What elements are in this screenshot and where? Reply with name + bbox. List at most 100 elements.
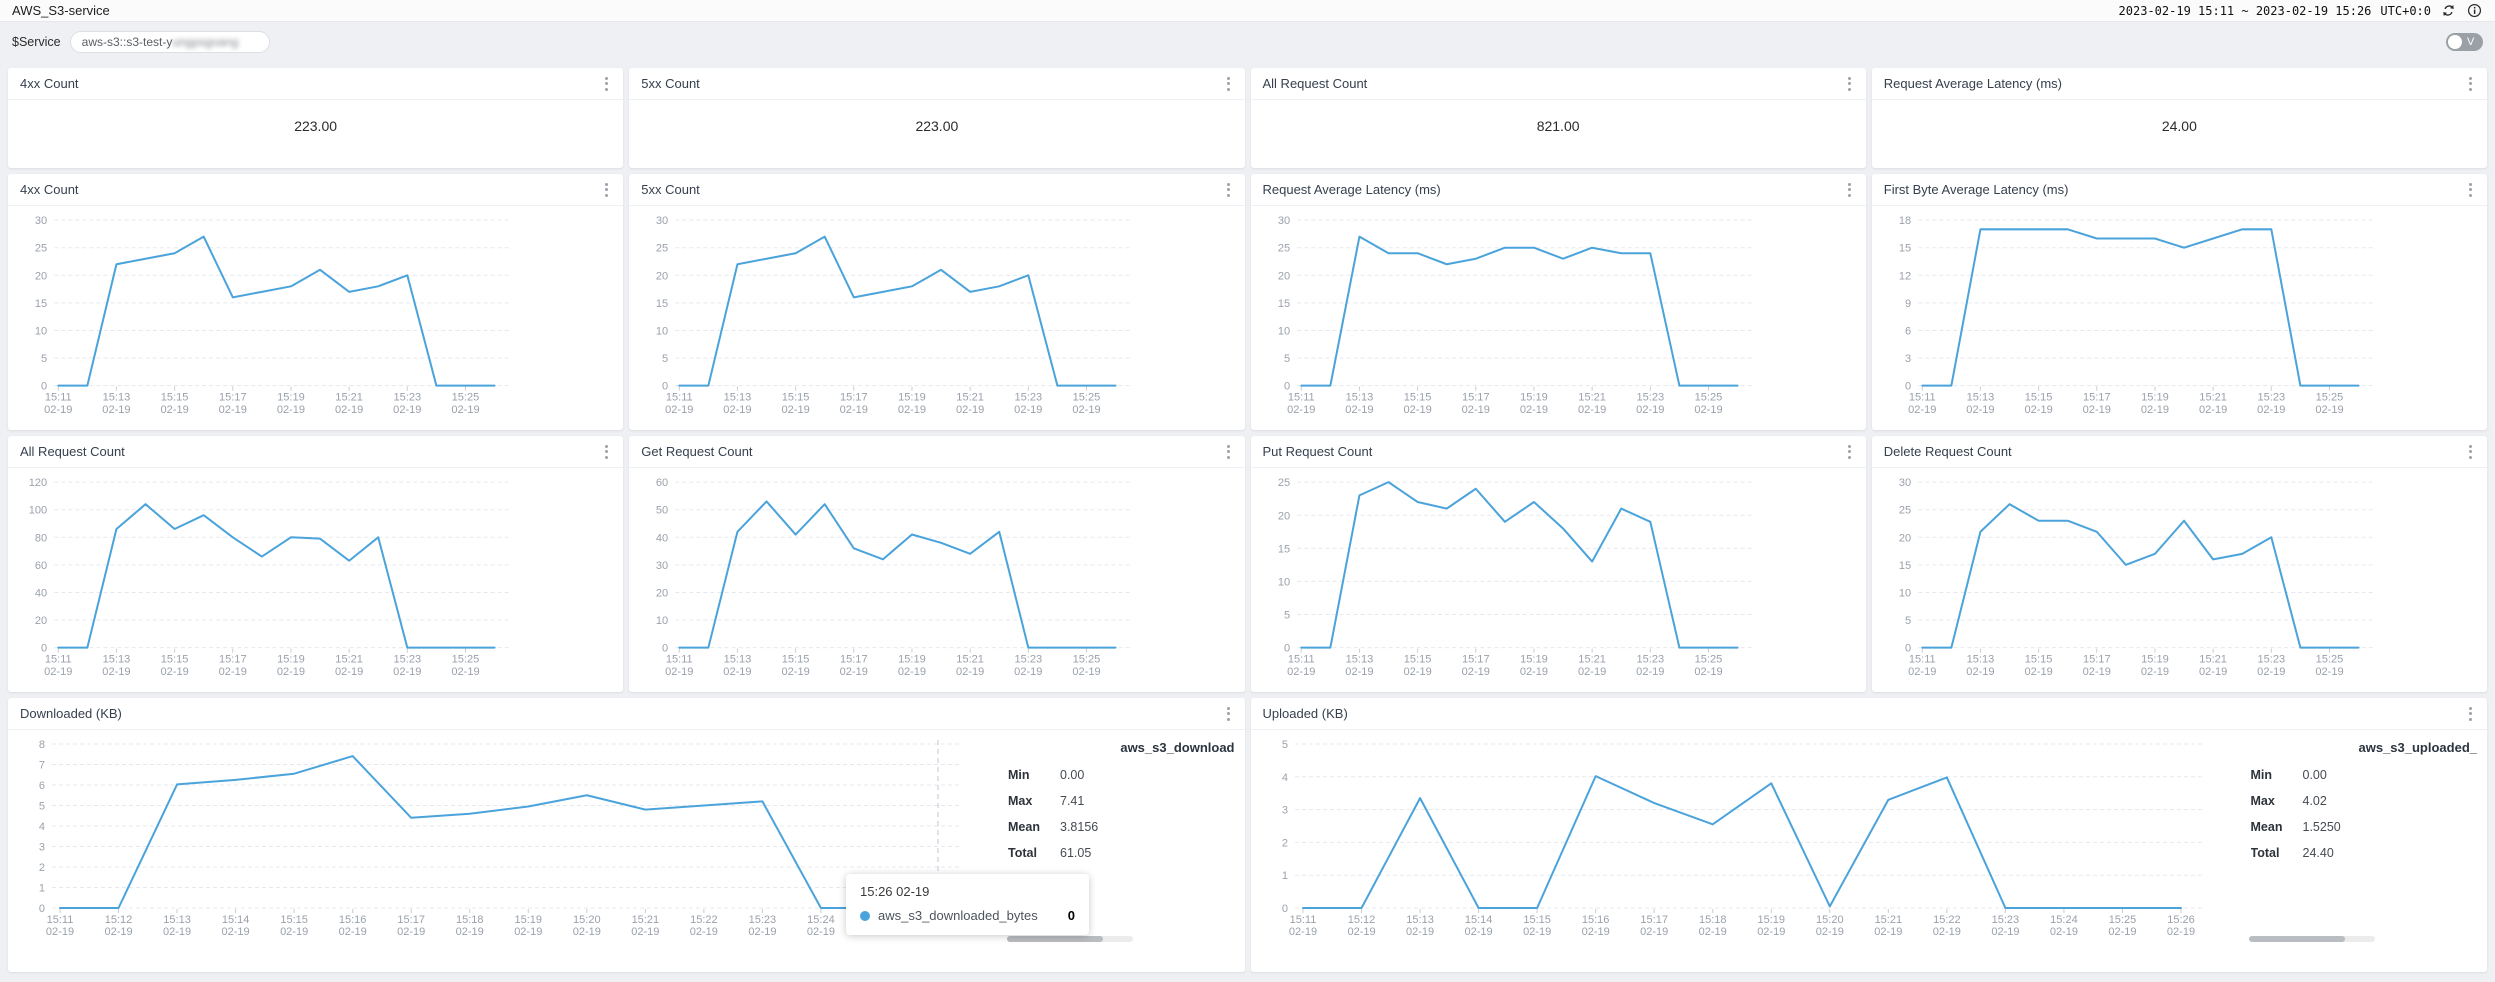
kebab-menu-icon <box>1227 77 1230 80</box>
panel-menu-button[interactable] <box>1845 441 1854 463</box>
chart-area[interactable]: 036912151815:1102-1915:1302-1915:1502-19… <box>1872 206 2487 430</box>
x-axis-label: 15:25 <box>1694 654 1722 666</box>
stat-value: 223.00 <box>8 100 623 168</box>
chart-area[interactable]: 01234515:1102-1915:1202-1915:1302-1915:1… <box>1251 730 2251 968</box>
panel-menu-button[interactable] <box>2466 179 2475 201</box>
line-chart[interactable]: 01234567815:1102-1915:1202-1915:1302-191… <box>8 730 1008 968</box>
x-axis-date-label: 02-19 <box>102 404 130 416</box>
series-stat-row: Mean1.5250 <box>2251 820 2478 834</box>
y-axis-label: 10 <box>1277 576 1289 588</box>
y-axis-label: 3 <box>1281 805 1287 817</box>
y-axis-label: 10 <box>656 325 668 337</box>
x-axis-label: 15:13 <box>1345 392 1373 404</box>
panel-menu-button[interactable] <box>1224 441 1233 463</box>
kebab-menu-icon <box>605 183 608 186</box>
series-stat-value: 0.00 <box>1060 768 1084 782</box>
x-axis-date-label: 02-19 <box>46 926 74 938</box>
line-chart[interactable]: 01234515:1102-1915:1202-1915:1302-1915:1… <box>1251 730 2251 968</box>
x-axis-label: 15:11 <box>1287 392 1314 404</box>
x-axis-date-label: 02-19 <box>840 404 868 416</box>
scrollbar-thumb[interactable] <box>2249 936 2345 942</box>
info-button[interactable] <box>2466 2 2483 19</box>
series-stat-label: Mean <box>1008 820 1060 834</box>
chart-card: All Request Count 02040608010012015:1102… <box>8 436 623 692</box>
refresh-button[interactable] <box>2440 2 2457 19</box>
scrollbar-thumb[interactable] <box>1007 936 1103 942</box>
panel-menu-button[interactable] <box>602 179 611 201</box>
x-axis-date-label: 02-19 <box>690 926 718 938</box>
panel-header: 4xx Count <box>8 68 623 100</box>
x-axis-label: 15:19 <box>898 392 926 404</box>
panel-menu-button[interactable] <box>2466 73 2475 95</box>
timezone-label[interactable]: UTC+0:0 <box>2380 4 2431 18</box>
series-stat-label: Total <box>1008 846 1060 860</box>
x-axis-date-label: 02-19 <box>2141 404 2169 416</box>
y-axis-label: 1 <box>1281 870 1287 882</box>
horizontal-scrollbar[interactable] <box>1007 936 1133 942</box>
chart-area[interactable]: 05101520253015:1102-1915:1302-1915:1502-… <box>1872 468 2487 692</box>
chart-area[interactable]: 010203040506015:1102-1915:1302-1915:1502… <box>629 468 1244 692</box>
panel-menu-button[interactable] <box>1224 73 1233 95</box>
time-range[interactable]: 2023-02-19 15:11 ~ 2023-02-19 15:26 <box>2119 4 2372 18</box>
panel-menu-button[interactable] <box>1224 703 1233 725</box>
x-axis-label: 15:22 <box>1933 914 1961 926</box>
x-axis-label: 15:23 <box>1015 392 1043 404</box>
x-axis-date-label: 02-19 <box>1073 666 1101 678</box>
panel-title: Delete Request Count <box>1884 444 2012 459</box>
y-axis-label: 30 <box>1277 215 1289 227</box>
line-chart[interactable]: 05101520253015:1102-1915:1302-1915:1502-… <box>629 206 1244 430</box>
dashboard-grid: 4xx Count 223.00 5xx Count 223.00 All Re… <box>0 62 2495 978</box>
x-axis-date-label: 02-19 <box>1578 666 1606 678</box>
y-axis-label: 6 <box>39 780 45 792</box>
x-axis-label: 15:19 <box>898 654 926 666</box>
x-axis-date-label: 02-19 <box>2082 666 2110 678</box>
x-axis-label: 15:11 <box>1909 654 1936 666</box>
y-axis-label: 10 <box>656 615 668 627</box>
panel-menu-button[interactable] <box>2466 441 2475 463</box>
chart-area[interactable]: 051015202515:1102-1915:1302-1915:1502-19… <box>1251 468 1866 692</box>
panel-menu-button[interactable] <box>602 441 611 463</box>
x-axis-label: 15:13 <box>163 914 191 926</box>
x-axis-date-label: 02-19 <box>104 926 132 938</box>
data-series-line <box>58 504 494 647</box>
chart-area[interactable]: 02040608010012015:1102-1915:1302-1915:15… <box>8 468 623 692</box>
panel-menu-button[interactable] <box>2466 703 2475 725</box>
series-stat-value: 61.05 <box>1060 846 1091 860</box>
data-series-line <box>680 501 1116 647</box>
x-axis-date-label: 02-19 <box>956 666 984 678</box>
horizontal-scrollbar[interactable] <box>2249 936 2375 942</box>
panel-header: Request Average Latency (ms) <box>1872 68 2487 100</box>
line-chart[interactable]: 051015202515:1102-1915:1302-1915:1502-19… <box>1251 468 1866 692</box>
x-axis-date-label: 02-19 <box>339 926 367 938</box>
panel-menu-button[interactable] <box>1845 179 1854 201</box>
line-chart[interactable]: 05101520253015:1102-1915:1302-1915:1502-… <box>8 206 623 430</box>
x-axis-label: 15:25 <box>2108 914 2136 926</box>
x-axis-label: 15:11 <box>1289 914 1316 926</box>
series-stat-value: 24.40 <box>2303 846 2334 860</box>
line-chart[interactable]: 010203040506015:1102-1915:1302-1915:1502… <box>629 468 1244 692</box>
x-axis-label: 15:25 <box>2315 392 2343 404</box>
chart-area[interactable]: 01234567815:1102-1915:1202-1915:1302-191… <box>8 730 1008 968</box>
x-axis-date-label: 02-19 <box>665 666 693 678</box>
kebab-menu-icon <box>605 77 608 80</box>
line-chart[interactable]: 036912151815:1102-1915:1302-1915:1502-19… <box>1872 206 2487 430</box>
view-mode-toggle[interactable]: V <box>2446 33 2483 51</box>
panel-menu-button[interactable] <box>1845 73 1854 95</box>
chart-area[interactable]: 05101520253015:1102-1915:1302-1915:1502-… <box>629 206 1244 430</box>
chart-area[interactable]: 05101520253015:1102-1915:1302-1915:1502-… <box>1251 206 1866 430</box>
panel-menu-button[interactable] <box>602 73 611 95</box>
service-input[interactable]: aws-s3::s3-test-yungpsgoang <box>70 31 270 53</box>
line-chart[interactable]: 02040608010012015:1102-1915:1302-1915:15… <box>8 468 623 692</box>
panel-menu-button[interactable] <box>1224 179 1233 201</box>
chart-area[interactable]: 05101520253015:1102-1915:1302-1915:1502-… <box>8 206 623 430</box>
line-chart[interactable]: 05101520253015:1102-1915:1302-1915:1502-… <box>1872 468 2487 692</box>
series-stat-row: Total24.40 <box>2251 846 2478 860</box>
y-axis-label: 25 <box>1899 505 1911 517</box>
panel-header: 5xx Count <box>629 68 1244 100</box>
x-axis-date-label: 02-19 <box>44 404 72 416</box>
series-stat-label: Max <box>2251 794 2303 808</box>
x-axis-label: 15:15 <box>161 392 189 404</box>
data-series-line <box>58 237 494 386</box>
line-chart[interactable]: 05101520253015:1102-1915:1302-1915:1502-… <box>1251 206 1866 430</box>
y-axis-label: 0 <box>39 903 45 915</box>
